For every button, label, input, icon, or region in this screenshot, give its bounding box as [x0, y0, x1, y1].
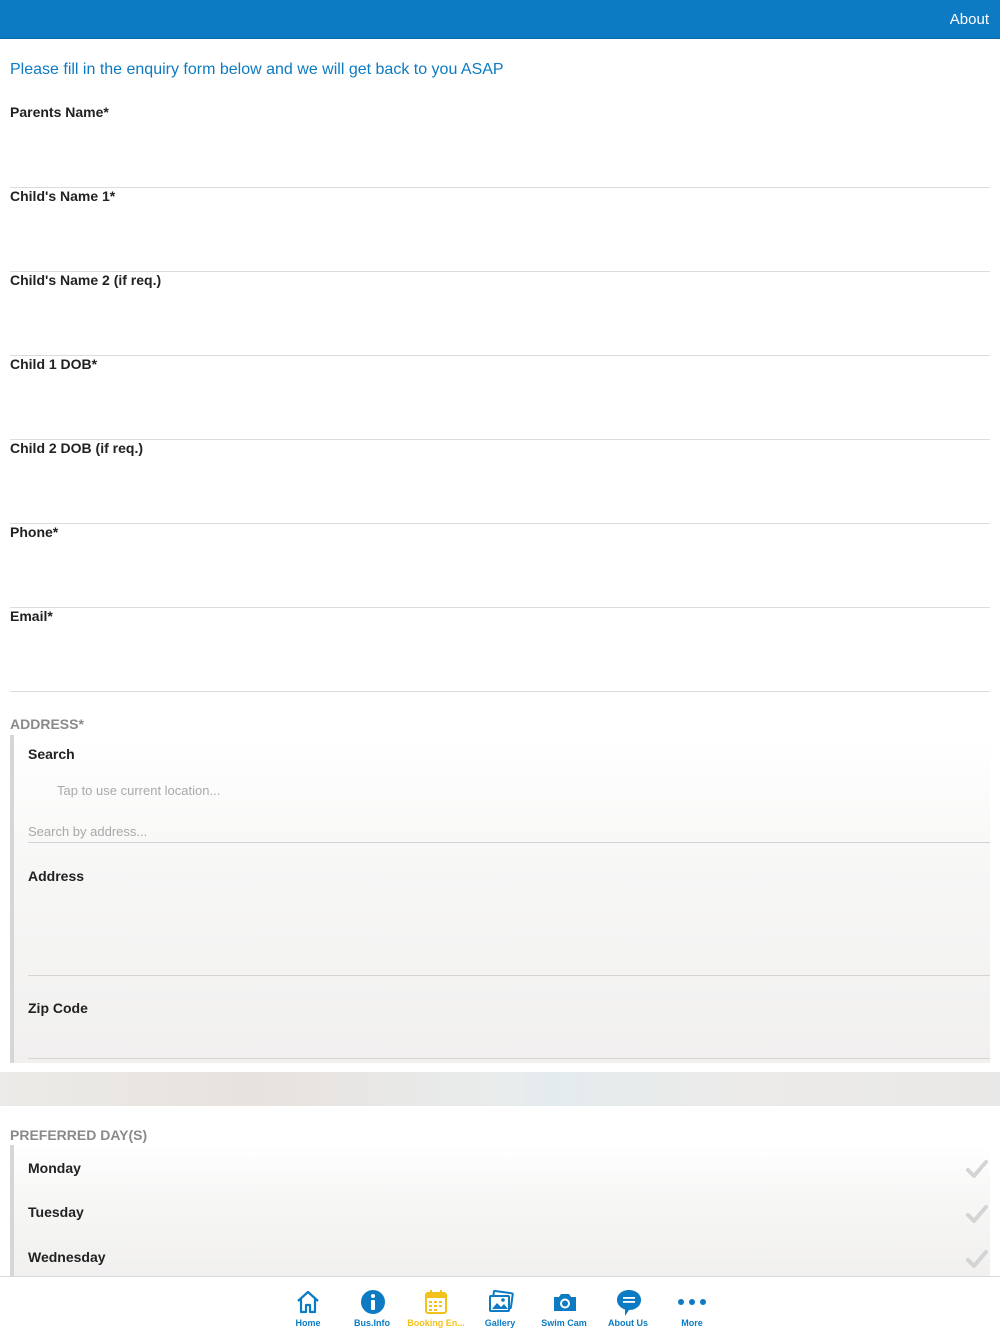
- tab-about-us[interactable]: About Us: [596, 1277, 660, 1334]
- day-label: Tuesday: [28, 1204, 84, 1220]
- address-textarea[interactable]: [28, 975, 990, 976]
- search-label: Search: [28, 746, 75, 762]
- day-label: Wednesday: [28, 1249, 106, 1265]
- tab-booking-enquiry[interactable]: Booking En...: [404, 1277, 468, 1334]
- zip-code-label: Zip Code: [28, 1000, 88, 1016]
- tab-gallery[interactable]: Gallery: [468, 1277, 532, 1334]
- tab-more[interactable]: More: [660, 1277, 724, 1334]
- checkmark-icon: [966, 1250, 988, 1268]
- field-label: Parents Name*: [10, 104, 109, 120]
- top-navigation-bar: About: [0, 0, 1000, 39]
- address-group: Search Tap to use current location... Se…: [10, 735, 990, 1063]
- tab-label: Gallery: [484, 1318, 516, 1328]
- day-label: Monday: [28, 1160, 81, 1176]
- calendar-icon: [425, 1290, 447, 1314]
- background-photo-strip: [0, 1072, 1000, 1106]
- field-label: Child 1 DOB*: [10, 356, 98, 372]
- tab-label: Booking En...: [407, 1318, 465, 1328]
- tab-bus-info[interactable]: Bus.Info: [340, 1277, 404, 1334]
- parents-name-field[interactable]: Parents Name*: [10, 104, 990, 188]
- address-search-input[interactable]: Search by address...: [28, 824, 147, 839]
- field-label: Email*: [10, 608, 53, 624]
- email-field[interactable]: Email*: [10, 608, 990, 692]
- tab-label: Swim Cam: [541, 1318, 587, 1328]
- gallery-icon: [489, 1289, 514, 1312]
- field-underline: [10, 691, 990, 692]
- field-label: Child's Name 1*: [10, 188, 116, 204]
- bottom-tab-bar: Home Bus.Info Booking En... Gallery Swim…: [0, 1276, 1000, 1334]
- address-section-title: ADDRESS*: [10, 716, 84, 732]
- current-location-button[interactable]: Tap to use current location...: [57, 783, 220, 798]
- child-name-2-field[interactable]: Child's Name 2 (if req.): [10, 272, 990, 356]
- camera-icon: [554, 1294, 576, 1311]
- day-option-monday[interactable]: Monday: [14, 1145, 990, 1189]
- home-icon: [297, 1290, 319, 1314]
- preferred-days-section-title: PREFERRED DAY(S): [10, 1127, 148, 1143]
- child-2-dob-field[interactable]: Child 2 DOB (if req.): [10, 440, 990, 524]
- child-name-1-field[interactable]: Child's Name 1*: [10, 188, 990, 272]
- child-1-dob-field[interactable]: Child 1 DOB*: [10, 356, 990, 440]
- more-dots-icon: [678, 1299, 706, 1305]
- tab-label: Bus.Info: [354, 1318, 390, 1328]
- info-icon: [361, 1290, 385, 1314]
- chat-bubble-icon: [617, 1290, 641, 1316]
- zip-code-input[interactable]: [28, 1058, 990, 1059]
- address-label: Address: [28, 868, 85, 884]
- checkmark-icon: [966, 1160, 988, 1178]
- day-option-wednesday[interactable]: Wednesday: [14, 1233, 990, 1276]
- tab-label: About Us: [608, 1318, 648, 1328]
- preferred-days-group: Monday Tuesday Wednesday: [10, 1145, 990, 1276]
- tab-swim-cam[interactable]: Swim Cam: [532, 1277, 596, 1334]
- tab-label: Home: [295, 1318, 321, 1328]
- day-option-tuesday[interactable]: Tuesday: [14, 1189, 990, 1233]
- search-underline: [28, 842, 990, 843]
- tab-label: More: [681, 1318, 703, 1328]
- form-intro-text: Please fill in the enquiry form below an…: [10, 61, 504, 78]
- tab-home[interactable]: Home: [276, 1277, 340, 1334]
- field-label: Child 2 DOB (if req.): [10, 440, 143, 456]
- enquiry-form: Please fill in the enquiry form below an…: [0, 40, 1000, 1276]
- field-label: Child's Name 2 (if req.): [10, 272, 162, 288]
- checkmark-icon: [966, 1205, 988, 1223]
- phone-field[interactable]: Phone*: [10, 524, 990, 608]
- about-button[interactable]: About: [950, 11, 989, 28]
- field-label: Phone*: [10, 524, 59, 540]
